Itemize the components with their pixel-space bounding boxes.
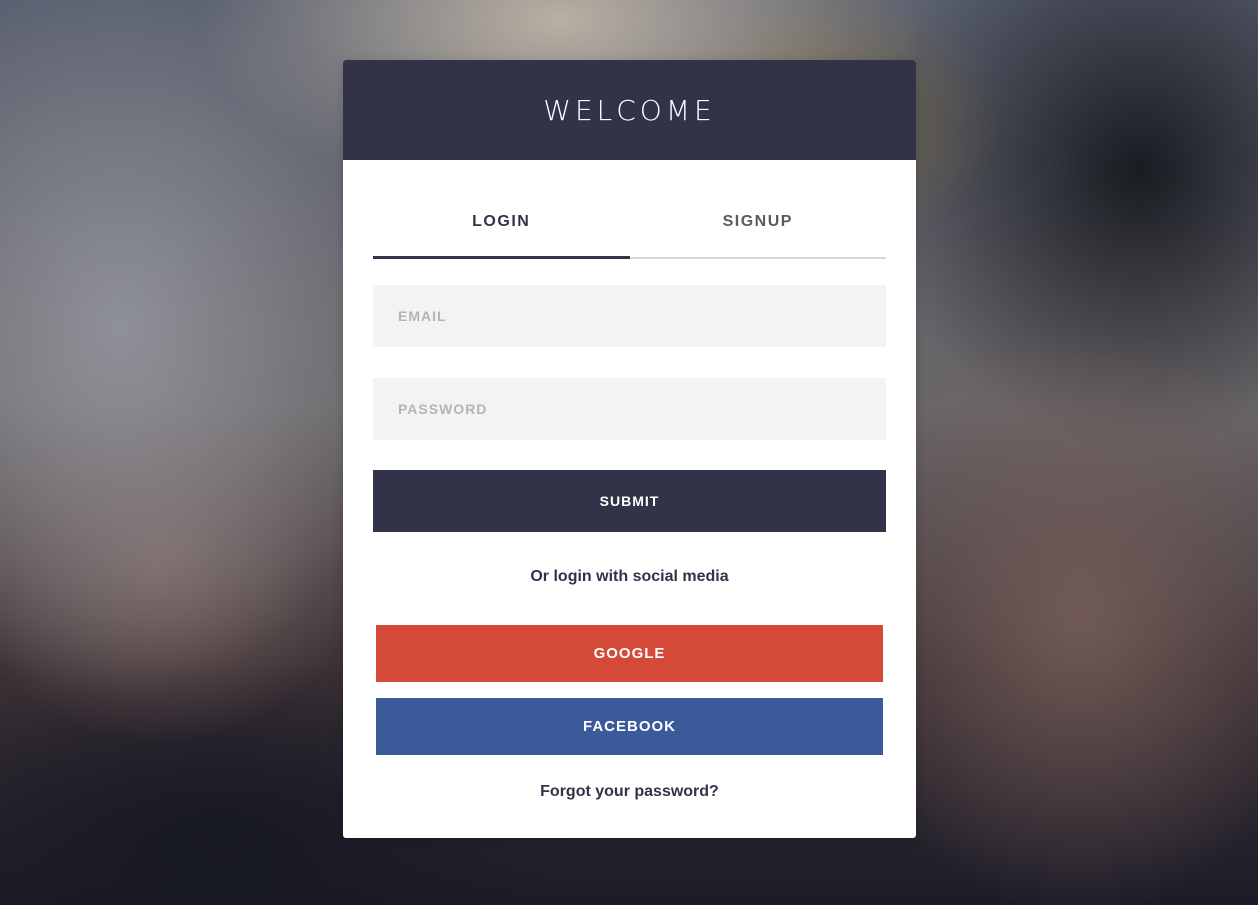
page-title: WELCOME (543, 93, 716, 127)
facebook-login-button[interactable]: FACEBOOK (376, 698, 883, 755)
tab-signup[interactable]: SIGNUP (630, 190, 887, 257)
card-header: WELCOME (343, 60, 916, 160)
email-field[interactable] (373, 285, 886, 347)
tab-login[interactable]: LOGIN (373, 190, 630, 259)
submit-button[interactable]: SUBMIT (373, 470, 886, 532)
google-login-button[interactable]: GOOGLE (376, 625, 883, 682)
login-card: WELCOME LOGIN SIGNUP SUBMIT Or login wit… (343, 60, 916, 838)
social-login-prompt: Or login with social media (530, 568, 729, 585)
forgot-password-link[interactable]: Forgot your password? (343, 783, 916, 801)
password-field[interactable] (373, 378, 886, 440)
auth-tabs: LOGIN SIGNUP (373, 190, 886, 259)
